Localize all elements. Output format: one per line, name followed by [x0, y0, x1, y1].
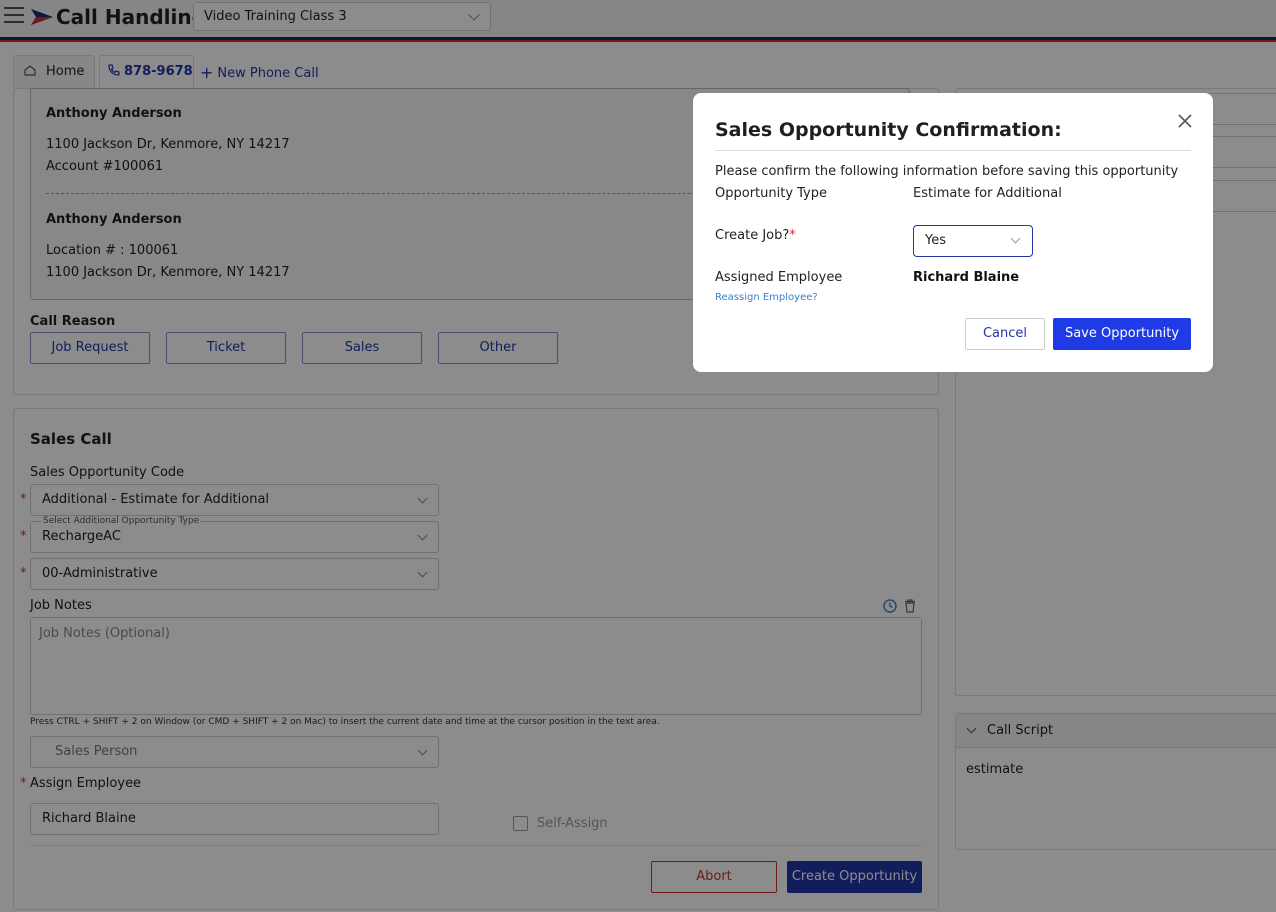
cancel-button[interactable]: Cancel: [965, 318, 1045, 350]
save-opportunity-button[interactable]: Save Opportunity: [1053, 318, 1191, 350]
close-icon[interactable]: [1176, 112, 1194, 130]
create-job-label-text: Create Job?: [715, 228, 790, 243]
assigned-employee-label: Assigned Employee: [715, 270, 843, 285]
create-job-label: Create Job?*: [715, 228, 796, 243]
opportunity-type-value: Estimate for Additional: [913, 186, 1062, 201]
create-job-select[interactable]: Yes: [913, 225, 1033, 257]
chevron-down-icon: [1010, 233, 1021, 244]
create-job-value: Yes: [925, 233, 946, 248]
modal-intro: Please confirm the following information…: [715, 164, 1179, 179]
reassign-employee-link[interactable]: Reassign Employee?: [715, 292, 818, 303]
assigned-employee-value: Richard Blaine: [913, 270, 1020, 285]
opportunity-type-label: Opportunity Type: [715, 186, 828, 201]
required-marker: *: [789, 228, 796, 243]
sales-opportunity-confirmation-dialog: Sales Opportunity Confirmation: Please c…: [693, 93, 1213, 372]
divider: [715, 150, 1191, 151]
modal-title: Sales Opportunity Confirmation:: [715, 119, 1062, 141]
